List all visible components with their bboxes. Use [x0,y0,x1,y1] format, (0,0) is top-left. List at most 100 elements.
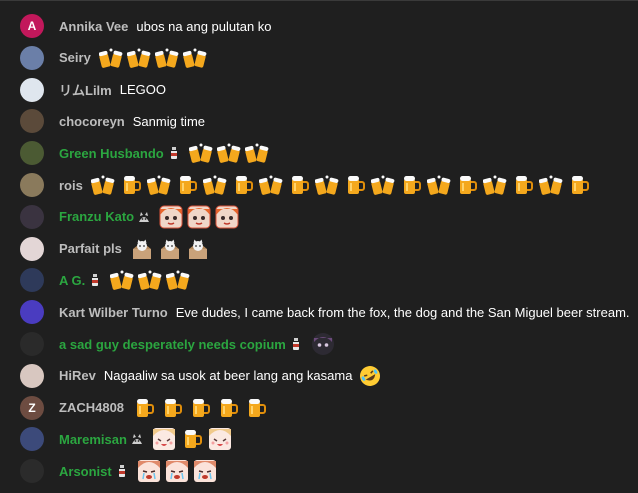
avatar[interactable] [20,77,44,102]
message-body: chocoreyn Sanmig time [59,105,205,137]
avatar[interactable]: Z [20,395,44,420]
chat-message[interactable]: Maremisan [0,423,638,455]
avatar[interactable] [20,45,44,70]
author-name[interactable]: A G. [59,273,102,288]
avatar[interactable] [20,268,44,293]
beers-cheers-icon [370,173,395,197]
avatar[interactable] [20,109,44,134]
message-body: Arsonist [59,455,217,487]
beer-mug-icon [567,173,591,197]
author-name-text[interactable]: HiRev [59,368,96,383]
avatar[interactable] [20,427,44,452]
avatar[interactable] [20,363,44,388]
author-name[interactable]: Parfait pls [59,241,122,256]
message-text: Nagaaliw sa usok at beer lang ang kasama [103,368,353,384]
beers-cheers-icon [182,46,207,70]
message-body: rois [59,169,591,201]
emote-list [159,205,239,229]
author-name[interactable]: Seiry [59,50,91,65]
beers-cheers-icon [165,268,190,292]
beers-cheers-icon [202,173,227,197]
chat-message[interactable]: a sad guy desperately needs copium [0,328,638,360]
author-name[interactable]: リムLilm [59,80,112,99]
emote-list [152,427,232,451]
message-body: Annika Vee ubos na ang pulutan ko [59,10,272,42]
message-body: Parfait pls [59,233,210,265]
author-name-text[interactable]: Franzu Kato [59,209,134,224]
author-name-text[interactable]: リムLilm [59,80,112,99]
chat-message[interactable]: Green Husbando [0,137,638,169]
avatar[interactable] [20,173,44,197]
author-name-text[interactable]: rois [59,178,83,193]
emote-list [137,459,217,483]
chat-message[interactable]: A G. [0,264,638,296]
avatar[interactable] [20,236,44,261]
message-body: A G. [59,264,190,296]
message-body: Maremisan [59,423,232,455]
avatar[interactable] [20,300,44,325]
author-name[interactable]: rois [59,178,83,193]
box-cat-icon [186,237,210,261]
author-name-text[interactable]: a sad guy desperately needs copium [59,337,286,352]
emote-list [130,237,210,261]
beer-mug-icon [180,427,204,451]
emote-list [98,46,207,70]
author-name[interactable]: a sad guy desperately needs copium [59,337,303,352]
anime-cry-icon [193,459,217,483]
avatar[interactable] [20,204,44,229]
author-name[interactable]: Annika Vee [59,19,128,34]
chat-message[interactable]: rois [0,169,638,201]
author-name-text[interactable]: Green Husbando [59,146,164,161]
author-name[interactable]: Kart Wilber Turno [59,305,168,320]
live-chat-feed[interactable]: A Annika Vee ubos na ang pulutan ko Seiry リム… [0,0,638,493]
beer-mug-icon [399,173,423,197]
author-name[interactable]: Maremisan [59,432,144,447]
bottle-badge-icon [170,147,177,160]
author-name-text[interactable]: Arsonist [59,464,112,479]
author-name-text[interactable]: Maremisan [59,432,127,447]
author-name[interactable]: HiRev [59,368,96,383]
author-name[interactable]: Green Husbando [59,146,181,161]
author-name-text[interactable]: chocoreyn [59,114,125,129]
cat-badge-icon [131,434,142,445]
chat-message[interactable]: Arsonist [0,455,638,487]
message-text: Sanmig time [132,113,205,129]
bottle-badge-icon [292,338,299,350]
chat-message[interactable]: A Annika Vee ubos na ang pulutan ko [0,10,638,42]
author-name-text[interactable]: A G. [59,273,85,288]
author-name[interactable]: Arsonist [59,464,129,479]
emote-list [90,173,591,197]
avatar[interactable] [20,332,44,356]
avatar[interactable] [20,459,44,484]
chat-message[interactable]: Kart Wilber Turno Eve dudes, I came back … [0,296,638,328]
chat-message[interactable]: リムLilm LEGOO [0,74,638,106]
author-name[interactable]: Franzu Kato [59,209,151,224]
beers-cheers-icon [126,46,151,70]
message-body: Franzu Kato [59,201,239,233]
chat-message[interactable]: Z ZACH4808 [0,392,638,424]
chat-message[interactable]: Franzu Kato [0,201,638,233]
dark-face-icon [311,332,335,356]
message-body: HiRev Nagaaliw sa usok at beer lang ang k… [59,360,382,392]
author-name[interactable]: chocoreyn [59,114,125,129]
beer-mug-icon [175,173,199,197]
author-name[interactable]: ZACH4808 [59,400,124,415]
avatar[interactable]: A [20,14,44,38]
chat-message[interactable]: Seiry [0,42,638,74]
message-body: リムLilm LEGOO [59,74,166,106]
chat-message[interactable]: Parfait pls [0,233,638,265]
message-text: Eve dudes, I came back from the fox, the… [175,304,630,320]
anime-cheer-icon [152,427,176,451]
message-text: LEGOO [119,82,166,98]
author-name-text[interactable]: ZACH4808 [59,400,124,415]
avatar[interactable] [20,141,44,166]
box-cat-icon [130,237,154,261]
author-name-text[interactable]: Annika Vee [59,19,128,34]
bottle-badge-icon [118,465,125,478]
chat-message[interactable]: HiRev Nagaaliw sa usok at beer lang ang k… [0,360,638,392]
rofl-emoji-icon [358,364,382,388]
chat-message[interactable]: chocoreyn Sanmig time [0,105,638,137]
author-name-text[interactable]: Parfait pls [59,241,122,256]
author-name-text[interactable]: Kart Wilber Turno [59,305,168,320]
author-name-text[interactable]: Seiry [59,50,91,65]
